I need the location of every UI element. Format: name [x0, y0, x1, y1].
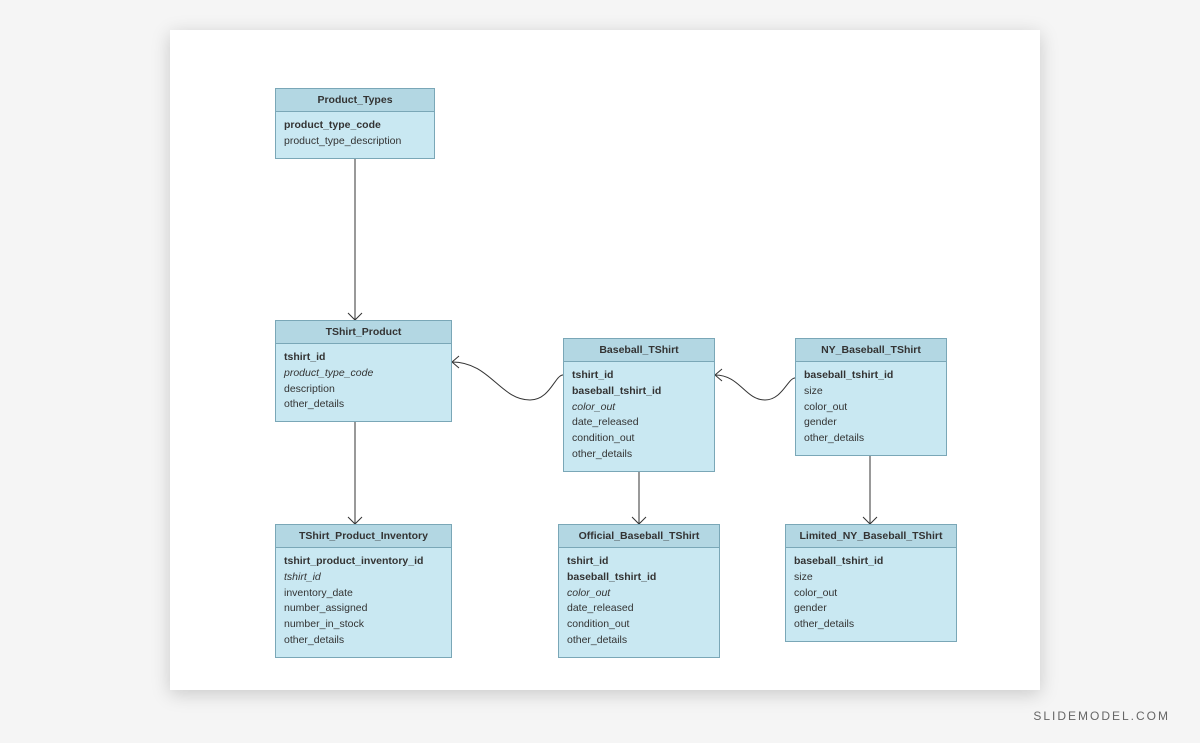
attr: tshirt_id [572, 368, 706, 384]
entity-tshirt-product: TShirt_Product tshirt_id product_type_co… [275, 320, 452, 422]
attr: other_details [284, 633, 443, 649]
attr: color_out [572, 400, 706, 416]
attr: other_details [284, 397, 443, 413]
attr: gender [804, 415, 938, 431]
attr: product_type_code [284, 366, 443, 382]
diagram-canvas: Product_Types product_type_code product_… [170, 30, 1040, 690]
attr: size [794, 570, 948, 586]
entity-body: tshirt_id baseball_tshirt_id color_out d… [564, 362, 714, 471]
entity-title: Baseball_TShirt [564, 339, 714, 362]
entity-body: tshirt_product_inventory_id tshirt_id in… [276, 548, 451, 657]
attr: baseball_tshirt_id [572, 384, 706, 400]
attr: tshirt_product_inventory_id [284, 554, 443, 570]
entity-title: Product_Types [276, 89, 434, 112]
watermark: SLIDEMODEL.COM [1033, 709, 1170, 723]
entity-body: tshirt_id baseball_tshirt_id color_out d… [559, 548, 719, 657]
entity-tshirt-product-inventory: TShirt_Product_Inventory tshirt_product_… [275, 524, 452, 658]
attr: condition_out [572, 431, 706, 447]
attr: product_type_description [284, 134, 426, 150]
attr: size [804, 384, 938, 400]
entity-body: product_type_code product_type_descripti… [276, 112, 434, 158]
attr: tshirt_id [567, 554, 711, 570]
entity-product-types: Product_Types product_type_code product_… [275, 88, 435, 159]
attr: tshirt_id [284, 350, 443, 366]
attr: other_details [572, 447, 706, 463]
attr: color_out [567, 586, 711, 602]
entity-title: Limited_NY_Baseball_TShirt [786, 525, 956, 548]
entity-official-baseball-tshirt: Official_Baseball_TShirt tshirt_id baseb… [558, 524, 720, 658]
entity-title: NY_Baseball_TShirt [796, 339, 946, 362]
attr: number_assigned [284, 601, 443, 617]
attr: baseball_tshirt_id [804, 368, 938, 384]
attr: color_out [804, 400, 938, 416]
entity-title: TShirt_Product [276, 321, 451, 344]
attr: color_out [794, 586, 948, 602]
entity-body: baseball_tshirt_id size color_out gender… [796, 362, 946, 455]
entity-body: tshirt_id product_type_code description … [276, 344, 451, 421]
attr: inventory_date [284, 586, 443, 602]
attr: description [284, 382, 443, 398]
attr: gender [794, 601, 948, 617]
entity-ny-baseball-tshirt: NY_Baseball_TShirt baseball_tshirt_id si… [795, 338, 947, 456]
entity-baseball-tshirt: Baseball_TShirt tshirt_id baseball_tshir… [563, 338, 715, 472]
attr: baseball_tshirt_id [794, 554, 948, 570]
attr: number_in_stock [284, 617, 443, 633]
entity-limited-ny-baseball-tshirt: Limited_NY_Baseball_TShirt baseball_tshi… [785, 524, 957, 642]
attr: other_details [804, 431, 938, 447]
attr: date_released [572, 415, 706, 431]
attr: baseball_tshirt_id [567, 570, 711, 586]
attr: condition_out [567, 617, 711, 633]
entity-body: baseball_tshirt_id size color_out gender… [786, 548, 956, 641]
attr: other_details [567, 633, 711, 649]
attr: tshirt_id [284, 570, 443, 586]
attr: other_details [794, 617, 948, 633]
entity-title: TShirt_Product_Inventory [276, 525, 451, 548]
entity-title: Official_Baseball_TShirt [559, 525, 719, 548]
attr: date_released [567, 601, 711, 617]
attr: product_type_code [284, 118, 426, 134]
